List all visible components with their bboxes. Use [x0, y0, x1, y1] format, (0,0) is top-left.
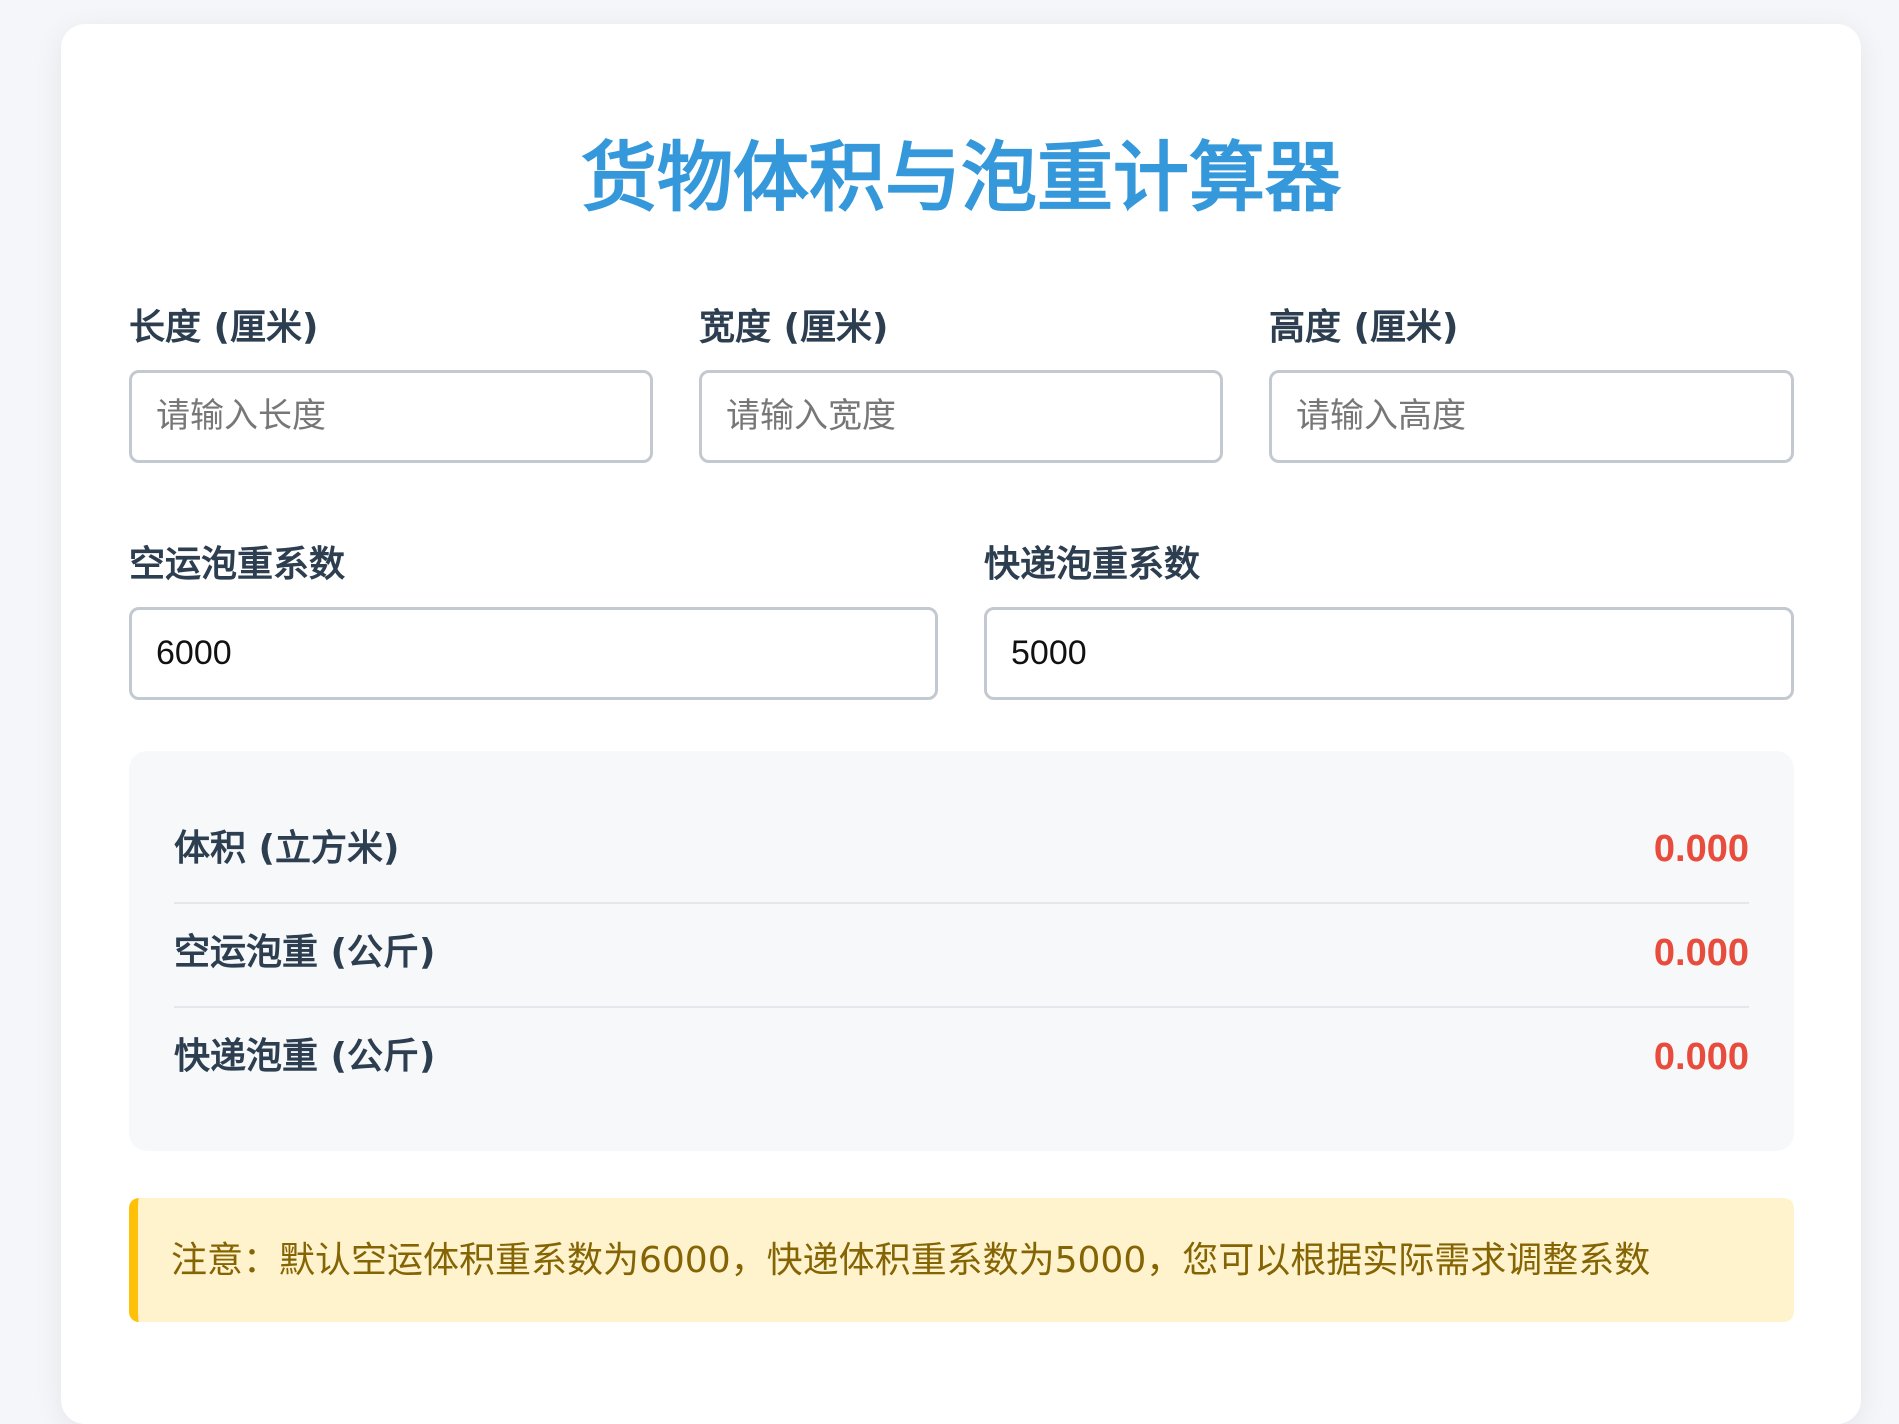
express-coefficient-field: 快递泡重系数	[984, 543, 1794, 700]
height-label: 高度 (厘米)	[1269, 307, 1459, 348]
page-title: 货物体积与泡重计算器	[581, 133, 1341, 222]
height-field: 高度 (厘米)	[1269, 306, 1794, 463]
result-row-express-weight: 快递泡重 (公斤) 0.000	[174, 1006, 1749, 1110]
result-row-volume: 体积 (立方米) 0.000	[174, 798, 1749, 904]
width-input[interactable]	[699, 370, 1223, 463]
length-input[interactable]	[129, 370, 653, 463]
air-coefficient-input[interactable]	[129, 607, 938, 700]
air-coefficient-label: 空运泡重系数	[129, 544, 346, 585]
air-weight-value: 0.000	[1653, 932, 1749, 974]
air-weight-label: 空运泡重 (公斤)	[174, 932, 436, 973]
express-coefficient-label: 快递泡重系数	[984, 544, 1201, 585]
height-input[interactable]	[1269, 370, 1794, 463]
volume-label: 体积 (立方米)	[174, 828, 400, 869]
length-field: 长度 (厘米)	[129, 306, 653, 463]
express-weight-label: 快递泡重 (公斤)	[174, 1036, 436, 1077]
note-box: 注意：默认空运体积重系数为6000，快递体积重系数为5000，您可以根据实际需求…	[129, 1198, 1794, 1322]
express-coefficient-input[interactable]	[984, 607, 1794, 700]
result-row-air-weight: 空运泡重 (公斤) 0.000	[174, 902, 1749, 1008]
air-coefficient-field: 空运泡重系数	[129, 543, 938, 700]
volume-value: 0.000	[1653, 828, 1749, 870]
length-label: 长度 (厘米)	[129, 307, 319, 348]
width-field: 宽度 (厘米)	[699, 306, 1223, 463]
width-label: 宽度 (厘米)	[699, 307, 889, 348]
note-text: 注意：默认空运体积重系数为6000，快递体积重系数为5000，您可以根据实际需求…	[171, 1240, 1651, 1281]
express-weight-value: 0.000	[1653, 1036, 1749, 1078]
calculator-card: 货物体积与泡重计算器 长度 (厘米) 宽度 (厘米) 高度 (厘米) 空运泡重系…	[61, 24, 1861, 1424]
results-panel: 体积 (立方米) 0.000 空运泡重 (公斤) 0.000 快递泡重 (公斤)…	[129, 751, 1794, 1151]
